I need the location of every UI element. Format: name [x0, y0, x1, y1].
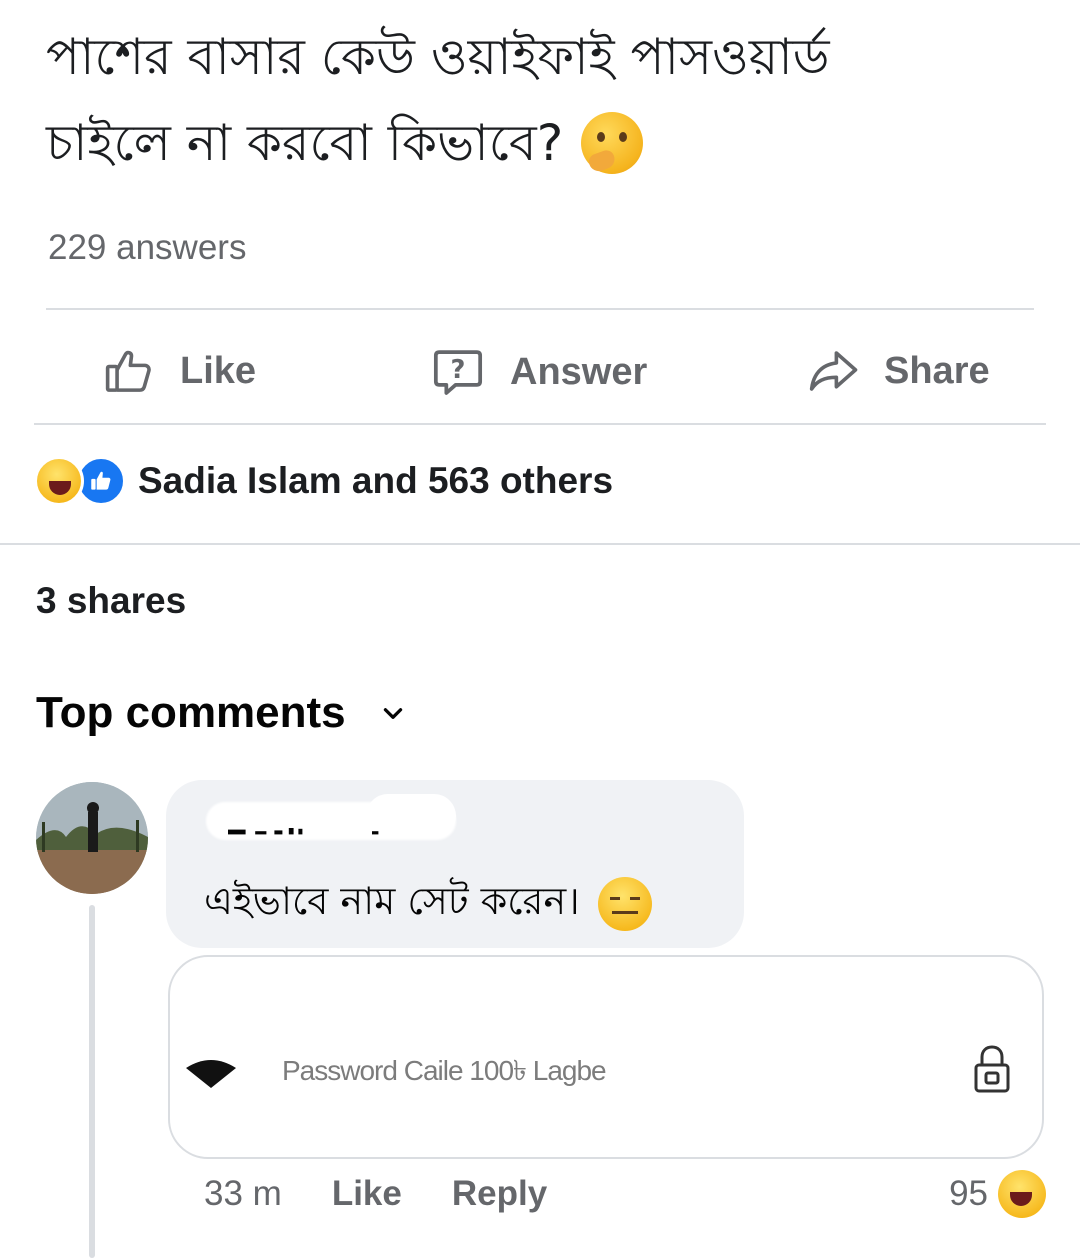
thinking-face-icon	[581, 112, 644, 174]
haha-reaction-icon	[998, 1170, 1046, 1218]
comment-reaction-number: 95	[949, 1174, 988, 1213]
wifi-icon	[186, 1059, 236, 1088]
shares-count[interactable]: 3 shares	[36, 580, 186, 622]
divider-actions	[34, 423, 1046, 425]
share-button[interactable]: Share	[806, 344, 990, 398]
question-text-1: পাশের বাসার কেউ ওয়াইফাই পাসওয়ার্ড	[46, 28, 830, 86]
like-button[interactable]: Like	[102, 344, 256, 398]
answer-bubble-icon: ?	[433, 350, 483, 395]
action-bar: Like ? Answer Share	[34, 310, 1046, 424]
comment-attachment-image[interactable]: Password Caile 100৳ Lagbe	[168, 955, 1044, 1159]
comment-bubble: এইভাবে নাম সেট করেন।	[166, 780, 744, 948]
wifi-network-row: Password Caile 100৳ Lagbe	[184, 1049, 607, 1096]
question-line-2: চাইলে না করবো কিভাবে?	[46, 100, 1046, 186]
comment-reaction-count[interactable]: 95	[949, 1170, 1046, 1218]
author-name-fragment	[228, 828, 379, 835]
answer-button[interactable]: ? Answer	[430, 344, 647, 400]
top-comments-dropdown[interactable]: Top comments	[36, 688, 406, 738]
wifi-network-name: Password Caile 100৳ Lagbe	[282, 1055, 607, 1086]
thumbs-up-icon	[105, 350, 151, 392]
lock-icon	[974, 1045, 1010, 1093]
answers-count[interactable]: 229 answers	[48, 228, 246, 268]
expressionless-face-icon	[597, 877, 652, 931]
comment-reply-button[interactable]: Reply	[452, 1174, 547, 1214]
reactions-text: Sadia Islam and 563 others	[138, 460, 614, 501]
share-label: Share	[884, 349, 990, 392]
comment-like-button[interactable]: Like	[332, 1174, 402, 1214]
comment-time: 33 m	[204, 1174, 282, 1213]
reactions-summary[interactable]: Sadia Islam and 563 others	[34, 456, 613, 506]
svg-text:?: ?	[451, 355, 466, 385]
question-line-1: পাশের বাসার কেউ ওয়াইফাই পাসওয়ার্ড	[46, 14, 1046, 100]
answer-label: Answer	[510, 350, 648, 393]
comment-text: এইভাবে নাম সেট করেন।	[204, 872, 652, 936]
reaction-icons	[34, 456, 126, 506]
divider-reactions	[0, 543, 1080, 545]
share-arrow-icon	[809, 351, 858, 391]
chevron-down-icon	[383, 708, 402, 719]
like-label: Like	[180, 349, 257, 392]
top-comments-label: Top comments	[36, 688, 346, 737]
haha-reaction-icon	[34, 456, 84, 506]
comment-meta: 33 m Like Reply	[204, 1174, 597, 1214]
question-title: পাশের বাসার কেউ ওয়াইফাই পাসওয়ার্ড চাইল…	[46, 14, 1046, 186]
commenter-avatar[interactable]	[36, 782, 148, 894]
thread-line	[89, 905, 95, 1258]
comment-body: এইভাবে নাম সেট করেন।	[204, 879, 580, 923]
question-text-2: চাইলে না করবো কিভাবে?	[46, 114, 564, 172]
